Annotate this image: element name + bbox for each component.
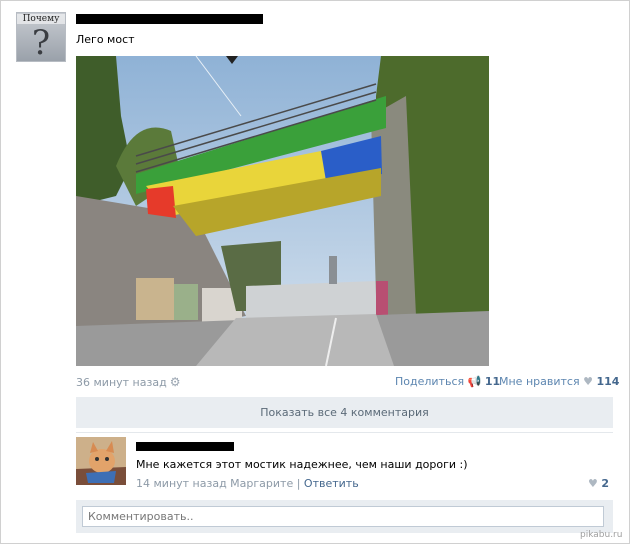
share-label: Поделиться	[395, 375, 465, 388]
post-text: Лего мост	[76, 33, 135, 46]
comment-meta: 14 минут назад Маргарите | Ответить	[136, 477, 359, 490]
post-meta: 36 минут назад ⚙	[76, 375, 180, 389]
gear-icon[interactable]: ⚙	[170, 375, 181, 389]
heart-icon: ♥	[588, 477, 598, 490]
author-avatar[interactable]: Почему ?	[16, 12, 66, 62]
share-count: 11	[484, 375, 501, 388]
watermark: pikabu.ru	[580, 530, 623, 540]
like-label: Мне нравится	[499, 375, 580, 388]
like-button[interactable]: Мне нравится ♥ 114	[499, 375, 619, 388]
comment-like-button[interactable]: ♥ 2	[588, 477, 609, 490]
divider	[76, 432, 613, 433]
comment-time[interactable]: 14 минут назад Маргарите	[136, 477, 293, 490]
comment-input[interactable]	[82, 506, 604, 527]
reply-link[interactable]: Ответить	[304, 477, 359, 490]
heart-icon: ♥	[583, 375, 593, 388]
redacted-comment-author	[136, 442, 234, 451]
comment-form	[76, 500, 613, 533]
megaphone-icon: 📢	[467, 375, 482, 388]
question-mark-icon: ?	[31, 23, 51, 62]
post-photo[interactable]	[76, 56, 489, 366]
comment-like-count: 2	[601, 477, 610, 490]
comment-text: Мне кажется этот мостик надежнее, чем на…	[136, 458, 468, 471]
comment-author-avatar[interactable]	[76, 437, 126, 485]
like-count: 114	[596, 375, 620, 388]
post-time[interactable]: 36 минут назад	[76, 376, 167, 389]
share-button[interactable]: Поделиться 📢 11	[395, 375, 500, 388]
show-all-comments-button[interactable]: Показать все 4 комментария	[76, 397, 613, 428]
redacted-author-name	[76, 14, 263, 24]
